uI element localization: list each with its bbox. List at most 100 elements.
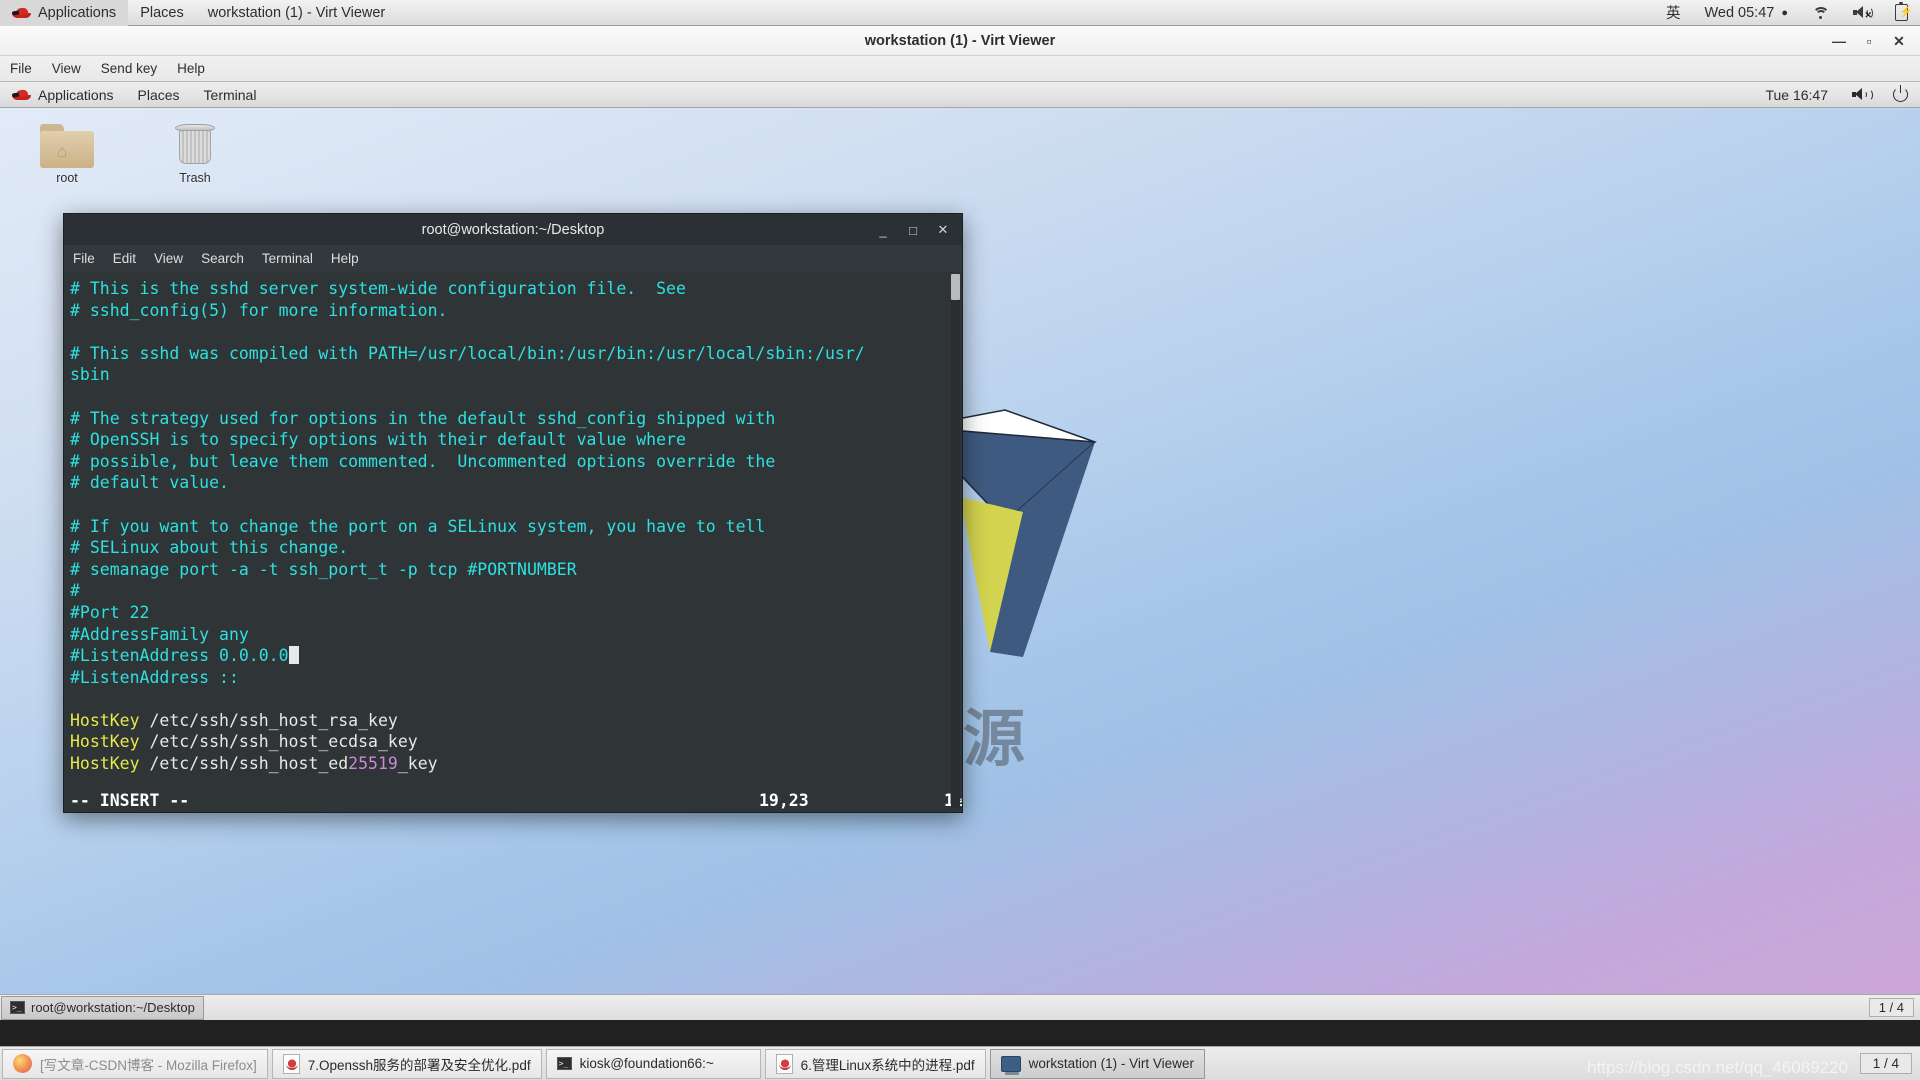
battery-status[interactable]: ⚡ (1883, 0, 1920, 26)
desktop-icon-root[interactable]: ⌂ root (23, 124, 111, 185)
guest-panel-status-area: Tue 16:47 (1753, 82, 1920, 108)
terminal-line: HostKey /etc/ssh/ssh_host_ed25519_key (70, 754, 438, 774)
notification-dot-icon: ● (1781, 6, 1788, 19)
redhat-logo-icon (11, 6, 31, 19)
terminal-menu-terminal[interactable]: Terminal (253, 245, 322, 272)
terminal-line: # The strategy used for options in the d… (70, 408, 776, 428)
host-task-pdf-openssh[interactable]: 7.Openssh服务的部署及安全优化.pdf (271, 1048, 542, 1079)
virt-viewer-close-button[interactable]: ✕ (1884, 28, 1914, 54)
terminal-body[interactable]: # This is the sshd server system-wide co… (63, 272, 963, 813)
terminal-menu-edit[interactable]: Edit (104, 245, 145, 272)
network-status[interactable] (1800, 0, 1841, 26)
host-task-firefox[interactable]: [写文章-CSDN博客 - Mozilla Firefox] (2, 1048, 268, 1079)
guest-task-terminal[interactable]: >_ root@workstation:~/Desktop (1, 995, 204, 1020)
terminal-line: # If you want to change the port on a SE… (70, 516, 766, 536)
virt-viewer-titlebar[interactable]: workstation (1) - Virt Viewer — ▫ ✕ (0, 26, 1920, 56)
desktop-icon-trash-label: Trash (179, 171, 211, 185)
terminal-minimize-button[interactable]: _ (868, 217, 898, 243)
host-active-window-menu[interactable]: workstation (1) - Virt Viewer (196, 0, 398, 26)
terminal-scrollbar[interactable] (951, 274, 960, 808)
terminal-line: #AddressFamily any (70, 624, 249, 644)
virt-viewer-icon (1000, 1055, 1021, 1075)
vim-mode-indicator: -- INSERT -- (70, 791, 190, 810)
terminal-menu-help[interactable]: Help (322, 245, 368, 272)
terminal-line: HostKey /etc/ssh/ssh_host_ecdsa_key (70, 732, 418, 752)
terminal-title: root@workstation:~/Desktop (421, 221, 605, 238)
host-places-menu[interactable]: Places (128, 0, 196, 26)
terminal-line: # (70, 581, 80, 601)
terminal-icon: >_ (556, 1057, 572, 1070)
host-task-virt-viewer[interactable]: workstation (1) - Virt Viewer (989, 1048, 1205, 1079)
pdf-icon (282, 1053, 300, 1074)
terminal-window: root@workstation:~/Desktop _ □ ✕ File Ed… (63, 213, 963, 813)
host-taskbar: [写文章-CSDN博客 - Mozilla Firefox] 7.Openssh… (0, 1046, 1920, 1080)
terminal-line: # possible, but leave them commented. Un… (70, 451, 776, 471)
guest-places-menu[interactable]: Places (126, 82, 192, 108)
host-active-window-label: workstation (1) - Virt Viewer (207, 4, 386, 21)
trash-icon (175, 122, 215, 168)
vv-menu-view[interactable]: View (42, 56, 91, 82)
terminal-line: # This sshd was compiled with PATH=/usr/… (70, 343, 865, 363)
guest-clock[interactable]: Tue 16:47 (1753, 82, 1840, 108)
redhat-logo-icon (11, 88, 31, 101)
guest-volume-status[interactable] (1840, 82, 1881, 108)
host-applications-label: Applications (38, 4, 117, 21)
guest-top-panel: Applications Places Terminal Tue 16:47 (0, 82, 1920, 108)
volume-status[interactable]: ✕ (1841, 0, 1883, 26)
terminal-maximize-button[interactable]: □ (898, 217, 928, 243)
vv-menu-send-key[interactable]: Send key (91, 56, 167, 82)
guest-task-terminal-label: root@workstation:~/Desktop (31, 1000, 195, 1015)
power-icon (1893, 85, 1908, 102)
desktop-icon-root-label: root (56, 171, 78, 185)
guest-applications-menu[interactable]: Applications (0, 82, 126, 108)
host-clock[interactable]: Wed 05:47 ● (1692, 0, 1800, 26)
host-task-virt-viewer-label: workstation (1) - Virt Viewer (1028, 1056, 1194, 1071)
host-top-panel: Applications Places workstation (1) - Vi… (0, 0, 1920, 26)
input-method-indicator[interactable]: 英 (1654, 0, 1693, 26)
terminal-line: # semanage port -a -t ssh_port_t -p tcp … (70, 559, 577, 579)
host-panel-status-area: 英 Wed 05:47 ● ✕ ⚡ (1654, 0, 1920, 26)
terminal-menu-view[interactable]: View (145, 245, 192, 272)
pdf-icon (775, 1053, 793, 1074)
host-task-pdf-process-label: 6.管理Linux系统中的进程.pdf (800, 1057, 975, 1073)
guest-terminal-label: Terminal (203, 86, 257, 103)
home-folder-icon: ⌂ (40, 124, 94, 168)
guest-terminal-menu[interactable]: Terminal (192, 82, 269, 108)
virt-viewer-title: workstation (1) - Virt Viewer (864, 32, 1056, 49)
host-workspace-indicator[interactable]: 1 / 4 (1859, 1053, 1912, 1074)
speaker-icon (1852, 88, 1873, 101)
host-clock-label: Wed 05:47 (1704, 4, 1775, 21)
guest-applications-label: Applications (38, 86, 114, 103)
desktop-icon-trash[interactable]: Trash (151, 122, 239, 185)
terminal-line: HostKey /etc/ssh/ssh_host_rsa_key (70, 710, 398, 730)
vv-menu-file[interactable]: File (0, 56, 42, 82)
terminal-line: # This is the sshd server system-wide co… (70, 279, 686, 298)
terminal-menu-search[interactable]: Search (192, 245, 253, 272)
battery-charging-icon: ⚡ (1895, 1, 1913, 21)
guest-places-label: Places (137, 86, 180, 103)
vv-menu-help[interactable]: Help (167, 56, 215, 82)
terminal-menubar: File Edit View Search Terminal Help (63, 245, 963, 272)
virt-viewer-menubar: File View Send key Help (0, 56, 1920, 82)
host-task-kiosk-terminal-label: kiosk@foundation66:~ (579, 1056, 714, 1071)
guest-taskbar: >_ root@workstation:~/Desktop 1 / 4 (0, 994, 1920, 1020)
terminal-icon: >_ (10, 1001, 25, 1014)
vim-status-line: -- INSERT -- 19,23 1% (64, 790, 962, 812)
terminal-close-button[interactable]: ✕ (928, 217, 958, 243)
virt-viewer-maximize-button[interactable]: ▫ (1854, 28, 1884, 54)
terminal-titlebar[interactable]: root@workstation:~/Desktop _ □ ✕ (63, 213, 963, 245)
terminal-line: sbin (70, 365, 110, 385)
terminal-scrollbar-thumb[interactable] (951, 274, 960, 300)
guest-workspace-indicator[interactable]: 1 / 4 (1868, 998, 1914, 1017)
virt-viewer-minimize-button[interactable]: — (1824, 28, 1854, 54)
host-task-pdf-process[interactable]: 6.管理Linux系统中的进程.pdf (764, 1048, 986, 1079)
terminal-line: #ListenAddress 0.0.0.0 (70, 645, 962, 667)
terminal-menu-file[interactable]: File (64, 245, 104, 272)
guest-power-menu[interactable] (1881, 82, 1920, 108)
host-applications-menu[interactable]: Applications (0, 0, 129, 26)
wifi-icon (1812, 6, 1829, 19)
host-task-kiosk-terminal[interactable]: >_ kiosk@foundation66:~ (545, 1048, 761, 1079)
